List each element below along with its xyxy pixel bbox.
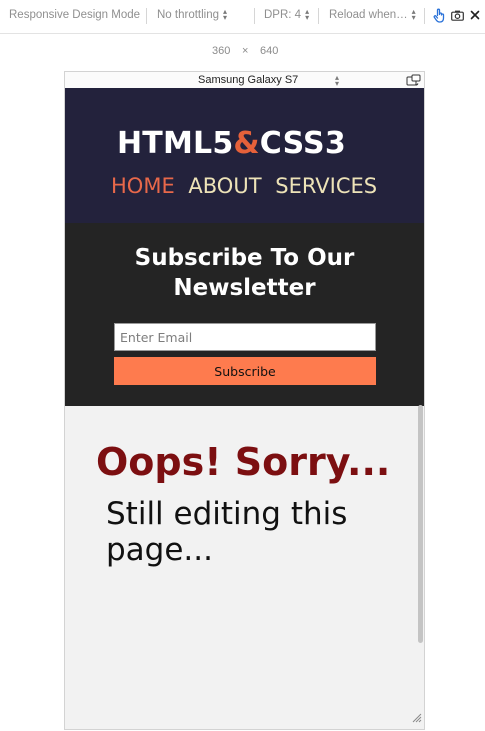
oops-heading: Oops! Sorry... <box>96 440 391 484</box>
size-separator: × <box>242 45 249 57</box>
viewport-width[interactable]: 360 <box>212 45 230 57</box>
rdm-title: Responsive Design Mode <box>9 9 141 21</box>
throttling-label: No throttling <box>157 9 220 22</box>
email-field[interactable] <box>114 323 376 351</box>
screenshot-icon[interactable] <box>451 10 464 24</box>
editing-message: Still editing this page... <box>106 496 348 568</box>
throttling-select[interactable]: No throttling ▴ ▾ <box>157 7 228 22</box>
updown-icon: ▴ ▾ <box>411 7 416 22</box>
viewport-height[interactable]: 640 <box>260 45 278 57</box>
viewport-size-readout: 360 × 640 <box>0 45 485 59</box>
nav-home[interactable]: HOME <box>111 174 175 198</box>
touch-simulation-icon[interactable] <box>433 8 446 26</box>
dpr-label: DPR: 4 <box>264 9 302 22</box>
resize-grip-icon[interactable] <box>411 708 422 727</box>
site-logo[interactable]: HTML5&CSS3 <box>117 126 346 161</box>
logo-main: HTML5 <box>117 126 234 161</box>
updown-icon: ▴ ▾ <box>223 7 228 22</box>
toolbar-divider <box>146 8 147 24</box>
toolbar-divider <box>254 8 255 24</box>
device-name: Samsung Galaxy S7 <box>198 74 299 86</box>
logo-ampersand: & <box>233 126 260 161</box>
scrollbar[interactable] <box>418 405 423 643</box>
device-viewport: HTML5&CSS3 HOME ABOUT SERVICES Subscribe… <box>64 88 425 730</box>
toolbar-divider <box>424 8 425 24</box>
newsletter-title: Subscribe To Our Newsletter <box>134 245 355 301</box>
nav-services[interactable]: SERVICES <box>275 174 377 198</box>
dpr-select[interactable]: DPR: 4 ▴ ▾ <box>264 7 310 22</box>
close-icon[interactable] <box>470 10 480 23</box>
subscribe-button[interactable]: Subscribe <box>114 357 376 385</box>
device-selector-bar: Samsung Galaxy S7 ▴ ▾ <box>64 71 425 88</box>
updown-icon: ▴ ▾ <box>305 7 310 22</box>
toolbar-divider <box>318 8 319 24</box>
main-nav: HOME ABOUT SERVICES <box>111 174 384 198</box>
device-select-arrows-icon[interactable]: ▴ ▾ <box>335 74 339 88</box>
reload-label: Reload when… <box>329 9 408 22</box>
reload-select[interactable]: Reload when… ▴ ▾ <box>329 7 416 22</box>
logo-tail: CSS3 <box>259 126 346 161</box>
device-select[interactable]: Samsung Galaxy S7 <box>198 74 298 86</box>
rotate-device-icon[interactable] <box>406 74 422 89</box>
newsletter-section: Subscribe To Our Newsletter Subscribe <box>65 223 424 406</box>
nav-about[interactable]: ABOUT <box>188 174 261 198</box>
site-header: HTML5&CSS3 HOME ABOUT SERVICES <box>65 88 424 223</box>
rdm-toolbar: Responsive Design Mode No throttling ▴ ▾ D… <box>0 0 485 34</box>
